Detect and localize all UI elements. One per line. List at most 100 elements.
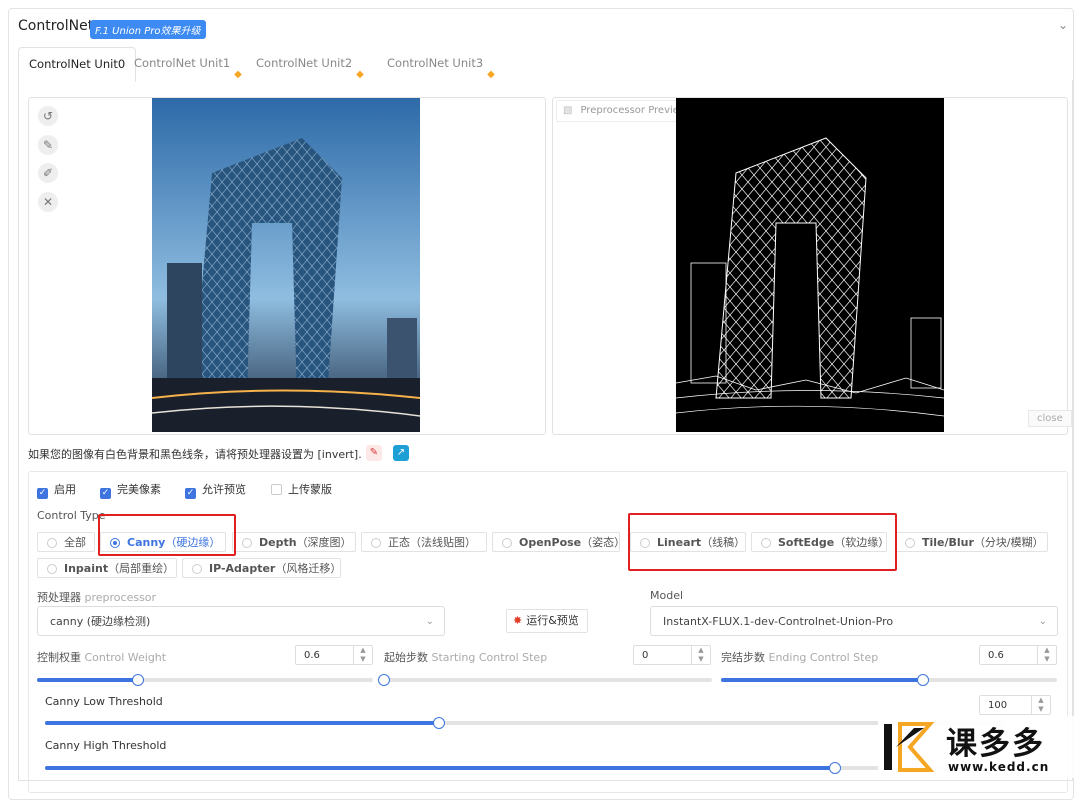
checkbox-label: 启用	[54, 483, 76, 496]
stepper-icon[interactable]: ▲ ▼	[1031, 696, 1050, 714]
label-cn: 完结步数	[721, 651, 765, 664]
control-type-inpaint[interactable]: Inpaint（局部重绘）	[37, 558, 177, 578]
control-type-normal[interactable]: 正态（法线贴图）	[361, 532, 487, 552]
brush-icon[interactable]: ✎	[38, 135, 58, 155]
flame-icon: ✸	[513, 614, 523, 627]
tab-label: ControlNet Unit2	[256, 56, 353, 70]
control-weight-slider[interactable]	[37, 674, 373, 686]
slider-handle[interactable]	[131, 674, 144, 686]
enable-checkbox[interactable]: ✓ 启用	[37, 482, 76, 499]
gem-icon: ◆	[487, 69, 495, 80]
control-weight-input[interactable]: 0.6 ▲ ▼	[295, 645, 373, 665]
input-value: 100	[988, 700, 1008, 711]
label-en: Control Weight	[84, 651, 167, 664]
label-cn: 控制权重	[37, 651, 81, 664]
checkbox-label: 完美像素	[117, 483, 161, 496]
invert-hint: 如果您的图像有白色背景和黑色线条，请将预处理器设置为 [invert].	[28, 448, 362, 461]
slider-handle[interactable]	[828, 762, 841, 774]
input-value: 0.6	[304, 650, 320, 661]
input-value: 0	[642, 650, 649, 661]
send-icon[interactable]: ↗	[393, 445, 409, 461]
radio-dot	[242, 538, 252, 548]
label-cn: 起始步数	[384, 651, 428, 664]
canny-low-slider[interactable]	[45, 717, 1005, 729]
canny-low-input[interactable]: 100 ▲ ▼	[979, 695, 1051, 715]
eraser-icon[interactable]: ✐	[38, 163, 58, 183]
radio-sublabel: （分块/模糊）	[973, 536, 1044, 549]
radio-label: OpenPose	[519, 536, 582, 549]
radio-dot	[905, 538, 915, 548]
stepper-icon[interactable]: ▲ ▼	[1037, 646, 1056, 664]
close-preview-button[interactable]: close	[1028, 410, 1072, 427]
check-icon: ✓	[185, 488, 196, 499]
lineart-softedge-highlight-box	[628, 513, 897, 571]
stepper-icon[interactable]: ▲ ▼	[353, 646, 372, 664]
start-step-label: 起始步数 Starting Control Step	[384, 649, 547, 665]
radio-sublabel: （局部重绘）	[108, 562, 175, 575]
building-photo	[152, 98, 420, 432]
radio-dot	[47, 538, 57, 548]
watermark-url: www.kedd.cn	[948, 760, 1050, 774]
control-type-label: Control Type	[37, 509, 106, 522]
slider-handle[interactable]	[378, 674, 390, 686]
end-step-label: 完结步数 Ending Control Step	[721, 649, 878, 665]
tab-unit2[interactable]: ControlNet Unit2◆	[246, 47, 376, 80]
radio-sublabel: （风格迁移）	[275, 562, 342, 575]
gem-icon: ◆	[234, 69, 242, 80]
radio-label: Depth	[259, 536, 297, 549]
canny-high-slider[interactable]	[45, 762, 985, 774]
clear-icon[interactable]: ✕	[38, 192, 58, 212]
chevron-down-icon: ⌄	[425, 616, 434, 627]
radio-label: 正态	[388, 536, 410, 549]
label-en: Starting Control Step	[431, 651, 548, 664]
checkbox-label: 上传蒙版	[288, 483, 332, 496]
tab-label: ControlNet Unit3	[387, 56, 484, 70]
pixel-perfect-checkbox[interactable]: ✓ 完美像素	[100, 482, 161, 499]
tab-label: ControlNet Unit1	[134, 56, 231, 70]
tab-unit3[interactable]: ControlNet Unit3◆	[377, 47, 507, 80]
start-step-input[interactable]: 0 ▲ ▼	[633, 645, 711, 665]
watermark-brand: 课多多	[946, 726, 1045, 762]
start-step-slider[interactable]	[378, 674, 712, 686]
radio-dot	[192, 564, 202, 574]
slider-handle[interactable]	[916, 674, 929, 686]
select-value: canny (硬边缘检测)	[50, 615, 151, 628]
end-step-input[interactable]: 0.6 ▲ ▼	[979, 645, 1057, 665]
undo-icon[interactable]: ↺	[38, 106, 58, 126]
run-preview-button[interactable]: ✸ 运行&预览	[506, 609, 588, 633]
radio-dot	[502, 538, 512, 548]
edit-icon[interactable]: ✎	[366, 445, 382, 461]
canny-low-label: Canny Low Threshold	[45, 695, 163, 708]
radio-label: Tile/Blur	[922, 536, 974, 549]
radio-label: 全部	[64, 536, 86, 549]
label-cn: 预处理器	[37, 591, 81, 604]
model-label: Model	[650, 589, 684, 602]
stepper-icon[interactable]: ▲ ▼	[691, 646, 710, 664]
control-type-openpose[interactable]: OpenPose（姿态）	[492, 532, 625, 552]
control-type-tile-blur[interactable]: Tile/Blur（分块/模糊）	[895, 532, 1048, 552]
model-select[interactable]: InstantX-FLUX.1-dev-Controlnet-Union-Pro…	[650, 606, 1058, 636]
allow-preview-checkbox[interactable]: ✓ 允许预览	[185, 482, 246, 499]
label-en: Ending Control Step	[768, 651, 879, 664]
tab-unit0[interactable]: ControlNet Unit0	[18, 47, 137, 82]
radio-label: IP-Adapter	[209, 562, 276, 575]
label-en: preprocessor	[84, 591, 157, 604]
radio-dot	[47, 564, 57, 574]
unchecked-box	[271, 484, 282, 495]
check-icon: ✓	[100, 488, 111, 499]
tab-unit1[interactable]: ControlNet Unit1◆	[124, 47, 254, 80]
checkbox-label: 允许预览	[202, 483, 246, 496]
preprocessor-select[interactable]: canny (硬边缘检测) ⌄	[37, 606, 445, 636]
end-step-slider[interactable]	[721, 674, 1057, 686]
collapse-chevron-icon[interactable]: ⌄	[1058, 18, 1074, 32]
slider-handle[interactable]	[432, 717, 445, 729]
control-type-all[interactable]: 全部	[37, 532, 95, 552]
preview-label-text: Preprocessor Preview	[580, 105, 688, 116]
kedd-watermark: 课多多 www.kedd.cn	[878, 716, 1074, 778]
select-value: InstantX-FLUX.1-dev-Controlnet-Union-Pro	[663, 615, 894, 628]
control-type-depth[interactable]: Depth（深度图）	[232, 532, 356, 552]
control-type-ip-adapter[interactable]: IP-Adapter（风格迁移）	[182, 558, 341, 578]
canny-edge-preview	[676, 98, 944, 432]
upload-mask-checkbox[interactable]: 上传蒙版	[271, 482, 332, 498]
union-pro-badge: F.1 Union Pro效果升级	[90, 20, 206, 39]
